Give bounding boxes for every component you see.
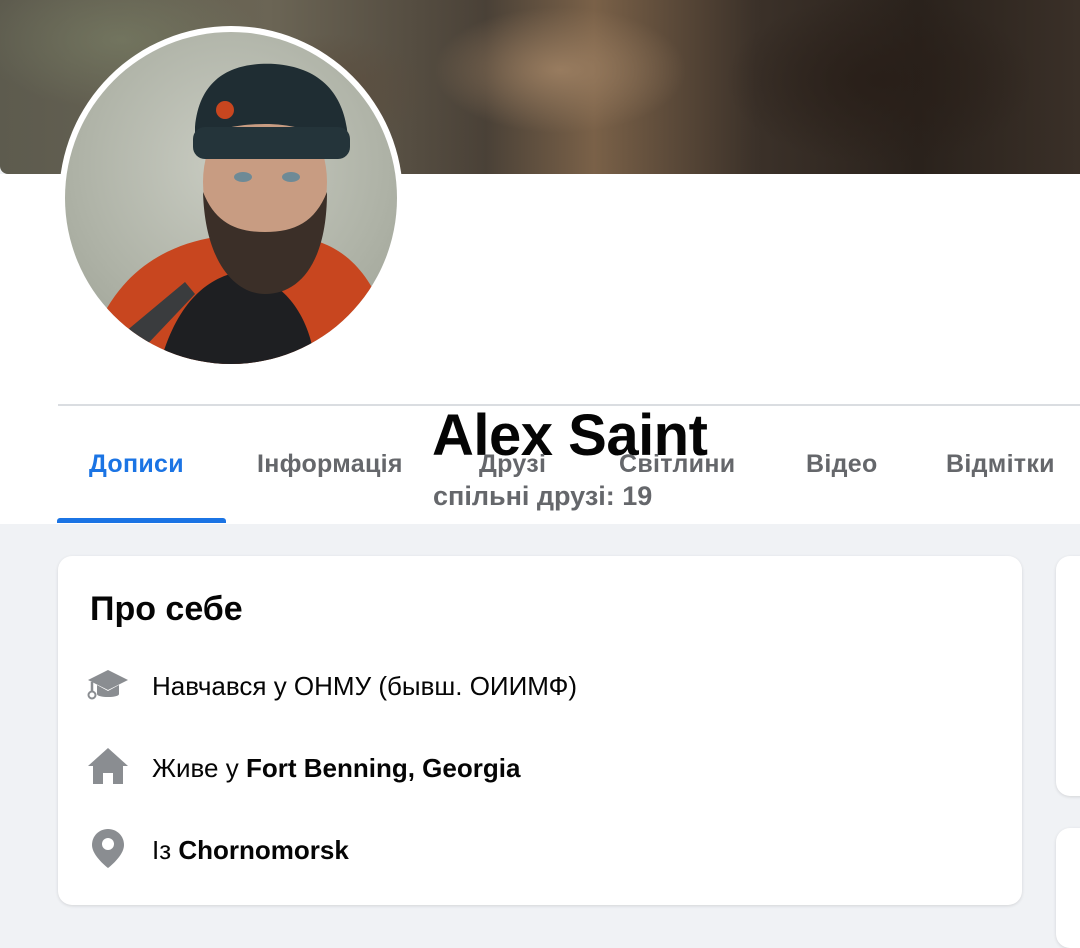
profile-tabs: Дописи Інформація Друзі Світлини Відео В… (0, 406, 1080, 524)
hometown-text: Із Chornomorsk (152, 835, 349, 866)
side-card-top (1056, 556, 1080, 796)
hometown-row: Із Chornomorsk (86, 826, 986, 870)
lives-in-row: Живе у Fort Benning, Georgia (86, 744, 986, 788)
tab-posts[interactable]: Дописи (89, 450, 184, 479)
graduation-cap-icon (87, 670, 128, 700)
hometown-prefix: Із (152, 835, 179, 865)
about-card: Про себе Навчався у ОНМУ (бывш. ОИИМФ) Ж… (58, 556, 1022, 905)
tab-tags[interactable]: Відмітки (946, 450, 1055, 479)
active-tab-indicator (57, 518, 226, 523)
avatar-image (65, 32, 397, 364)
tab-about[interactable]: Інформація (257, 450, 403, 479)
tab-friends[interactable]: Друзі (479, 450, 546, 479)
avatar-illustration (85, 63, 397, 364)
about-title: Про себе (90, 590, 243, 628)
education-row: Навчався у ОНМУ (бывш. ОИИМФ) (86, 662, 986, 706)
tab-photos[interactable]: Світлини (619, 450, 735, 479)
lives-in-text: Живе у Fort Benning, Georgia (152, 753, 520, 784)
education-text: Навчався у ОНМУ (бывш. ОИИМФ) (152, 671, 578, 701)
location-pin-icon (92, 829, 124, 868)
lives-in-place[interactable]: Fort Benning, Georgia (246, 753, 520, 783)
tab-videos[interactable]: Відео (806, 450, 878, 479)
home-icon (88, 748, 128, 784)
side-card-bottom (1056, 828, 1080, 948)
profile-avatar[interactable] (59, 26, 403, 370)
lives-in-prefix: Живе у (152, 753, 246, 783)
hometown-place[interactable]: Chornomorsk (178, 835, 348, 865)
